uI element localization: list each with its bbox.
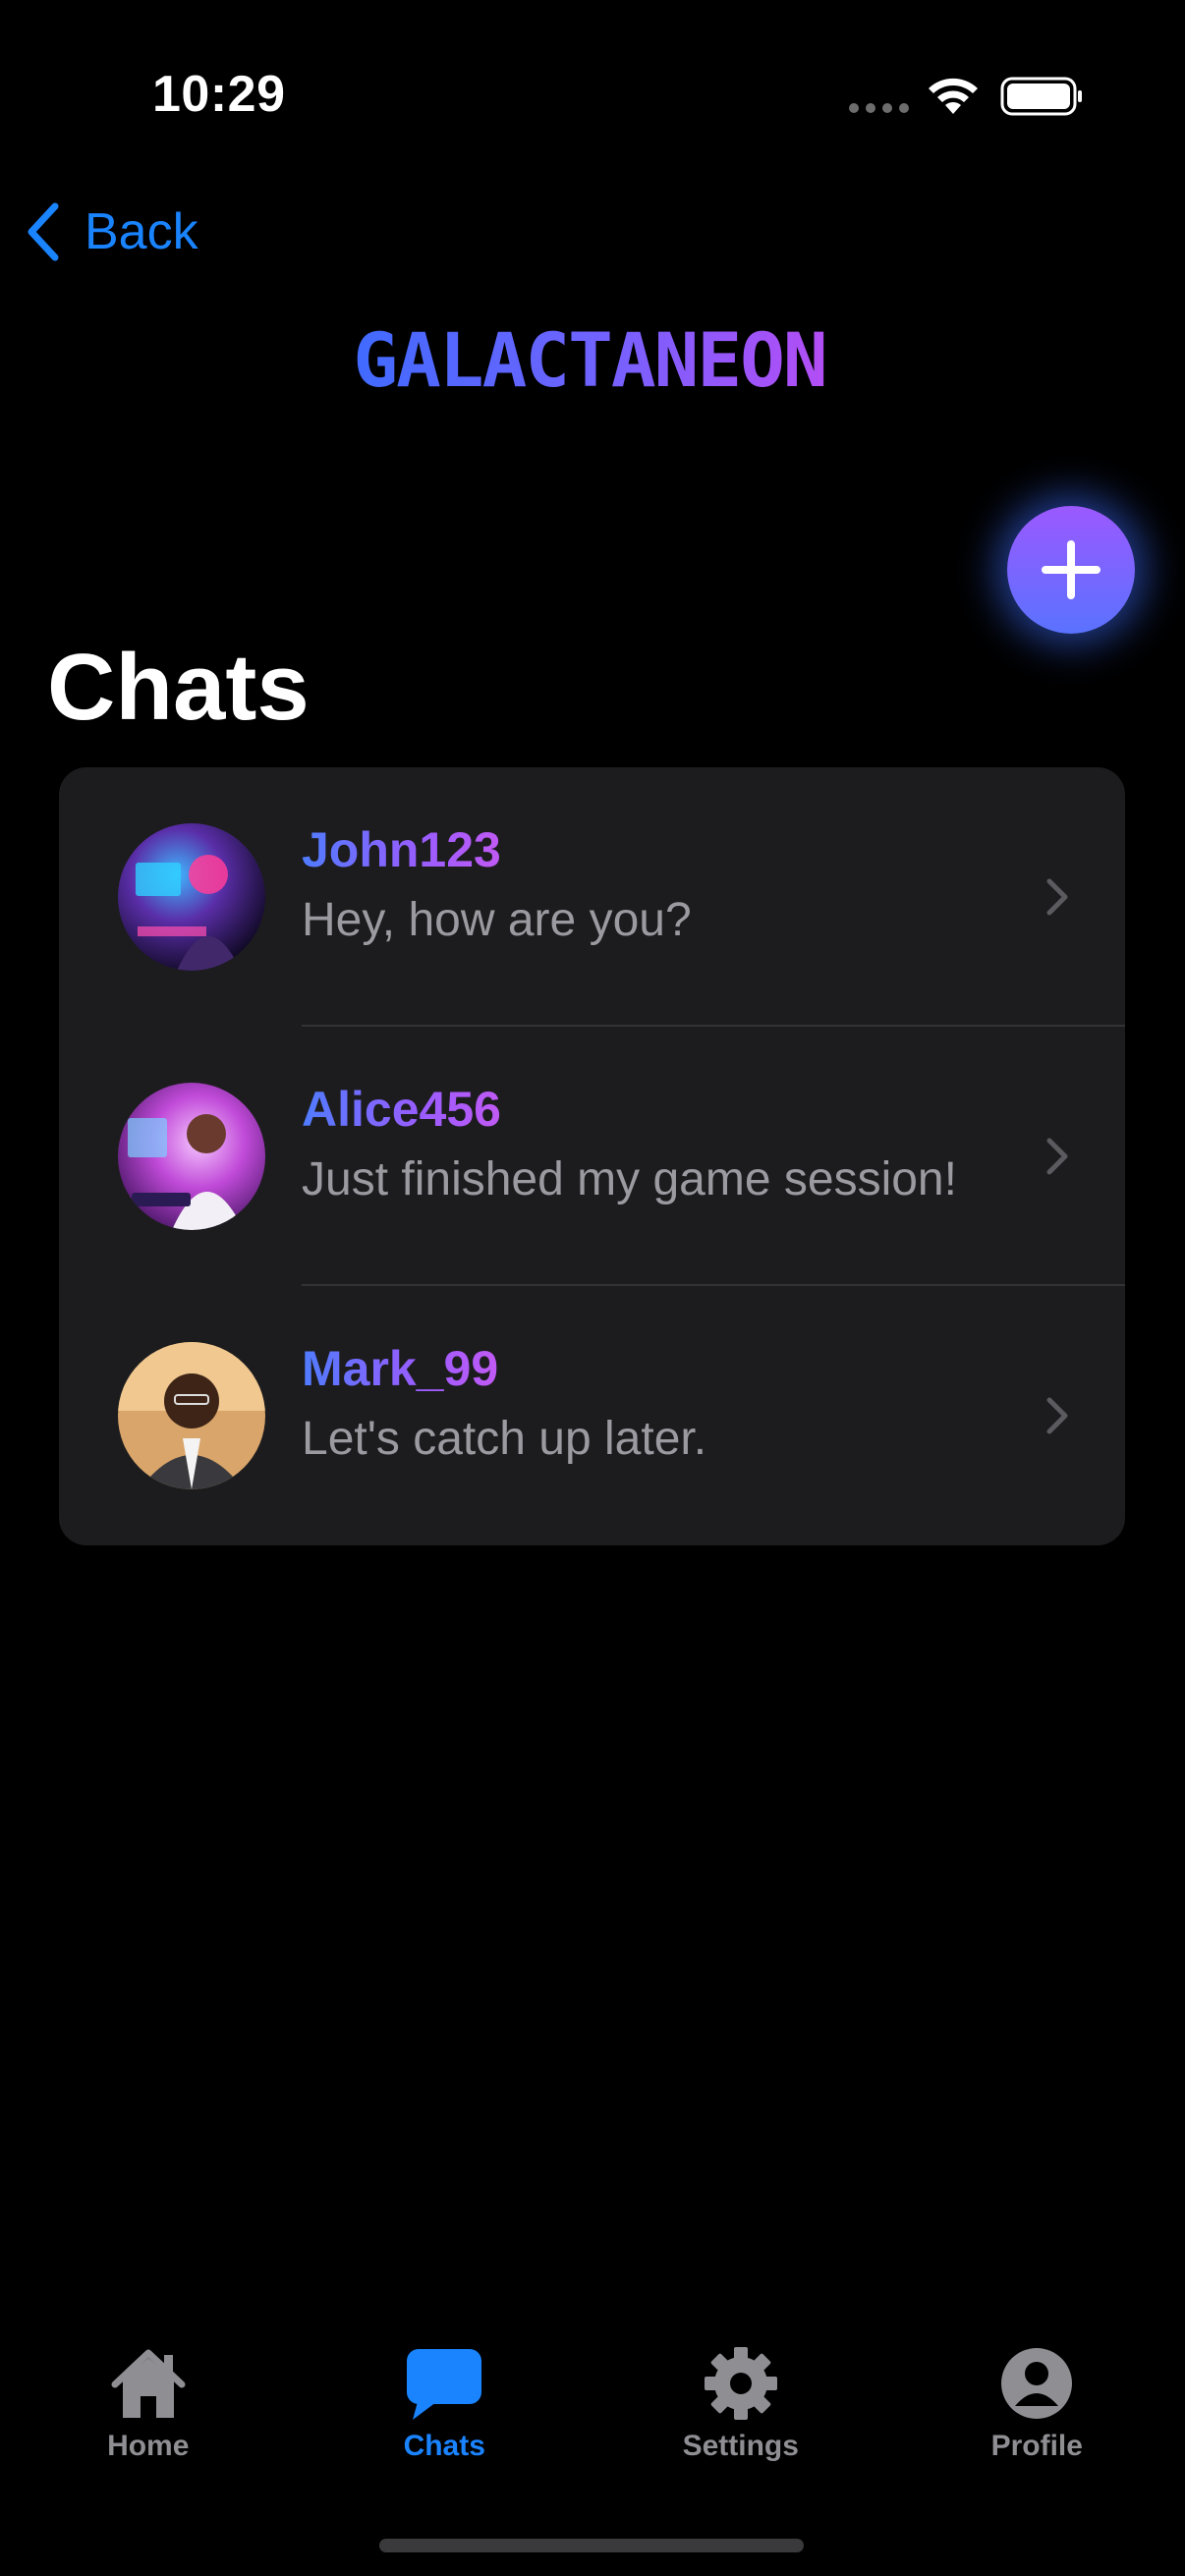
gear-icon: [704, 2347, 777, 2420]
man-portrait-avatar: [118, 1342, 265, 1489]
back-label: Back: [85, 203, 198, 260]
chat-row-mark99[interactable]: Mark_99 Let's catch up later.: [59, 1286, 1125, 1545]
person-circle-icon: [1001, 2348, 1073, 2419]
home-indicator: [379, 2539, 804, 2552]
chat-list: John123 Hey, how are you? Alice456 Just …: [59, 767, 1125, 1545]
chat-name: Mark_99: [302, 1341, 499, 1396]
chat-preview: Hey, how are you?: [302, 894, 692, 946]
back-button[interactable]: Back: [24, 196, 198, 267]
status-time: 10:29: [152, 66, 286, 123]
chevron-right-icon: [1046, 878, 1068, 916]
app-logo: GALACTANEON: [334, 316, 845, 405]
chat-bubble-icon: [407, 2349, 482, 2420]
tab-bar: Home Chats Settings Profile: [0, 2328, 1185, 2486]
tab-label: Home: [107, 2430, 190, 2462]
wifi-icon: [929, 78, 978, 114]
cellular-signal-icon: [849, 103, 909, 113]
tab-label: Settings: [682, 2430, 799, 2462]
chevron-left-icon: [28, 202, 59, 261]
chats-screen: 10:29 Back GALACTANEON Chats John123 Hey…: [0, 0, 1185, 2576]
page-title: Chats: [47, 635, 310, 740]
gamer-girl-avatar: [118, 1083, 265, 1230]
plus-icon: [1042, 540, 1100, 599]
chat-preview: Just finished my game session!: [302, 1153, 957, 1205]
house-icon: [111, 2349, 186, 2418]
battery-icon: [1000, 77, 1082, 116]
gamer-avatar: [118, 823, 265, 971]
tab-label: Chats: [403, 2430, 485, 2462]
tab-label: Profile: [990, 2430, 1083, 2462]
chevron-right-icon: [1046, 1138, 1068, 1175]
chat-preview: Let's catch up later.: [302, 1413, 707, 1465]
tab-chats[interactable]: Chats: [297, 2328, 593, 2486]
chat-row-john123[interactable]: John123 Hey, how are you?: [59, 767, 1125, 1027]
chat-name: Alice456: [302, 1082, 501, 1137]
new-chat-button[interactable]: [1007, 506, 1135, 634]
tab-profile[interactable]: Profile: [889, 2328, 1185, 2486]
tab-settings[interactable]: Settings: [592, 2328, 889, 2486]
chevron-right-icon: [1046, 1397, 1068, 1434]
chat-row-alice456[interactable]: Alice456 Just finished my game session!: [59, 1027, 1125, 1286]
tab-home[interactable]: Home: [0, 2328, 297, 2486]
chat-name: John123: [302, 822, 501, 877]
